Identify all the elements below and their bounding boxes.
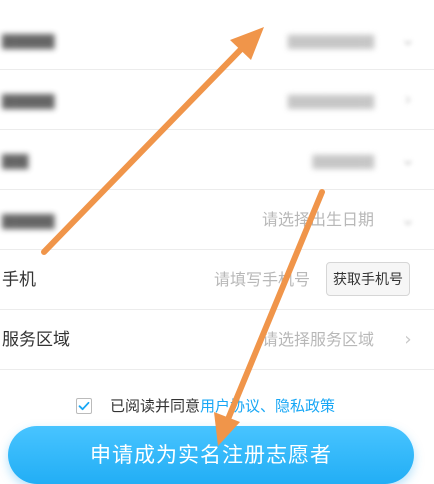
row-label: ▆▆▆▆ (2, 30, 55, 50)
row-label: ▆▆ (2, 150, 29, 170)
agreement-checkbox[interactable] (76, 398, 92, 414)
checkmark-icon (78, 401, 90, 411)
chevron-down-icon: ⌄ (400, 29, 416, 50)
birth-date-row[interactable]: ▆▆▆▆ 请选择出生日期 ⌄ (0, 190, 434, 250)
user-agreement-link[interactable]: 用户协议 (200, 397, 260, 415)
chevron-down-icon: ⌄ (400, 209, 416, 230)
chevron-right-icon: › (404, 89, 412, 110)
service-area-value: 请选择服务区域 (261, 330, 374, 349)
phone-input[interactable] (150, 262, 310, 296)
service-area-row[interactable]: 服务区域 请选择服务区域 › (0, 310, 434, 370)
form-row-blurred-1[interactable]: ▆▆▆▆ ▆▆▆▆▆▆▆ ⌄ (0, 10, 434, 70)
submit-button[interactable]: 申请成为实名注册志愿者 (8, 426, 414, 484)
birth-date-value: 请选择出生日期 (261, 210, 374, 229)
divider (0, 369, 434, 370)
chevron-right-icon: › (404, 329, 412, 350)
row-value: ▆▆▆▆▆▆▆ (287, 30, 374, 49)
form-row-blurred-3[interactable]: ▆▆ ▆▆▆▆▆ ⌄ (0, 130, 434, 190)
phone-label: 手机 (2, 270, 36, 290)
chevron-down-icon: ⌄ (400, 149, 416, 170)
get-phone-button[interactable]: 获取手机号 (326, 262, 410, 296)
agreement-prefix: 已阅读并同意 (110, 397, 201, 415)
row-value: ▆▆▆▆▆▆▆ (287, 90, 374, 109)
agreement-separator: 、 (260, 397, 276, 415)
privacy-policy-link[interactable]: 隐私政策 (275, 397, 335, 415)
agreement-text: 已阅读并同意用户协议、隐私政策 (110, 392, 335, 420)
row-label: ▆▆▆▆ (2, 90, 55, 110)
service-area-label: 服务区域 (2, 330, 70, 350)
row-value: ▆▆▆▆▆ (312, 150, 374, 169)
form-row-blurred-2[interactable]: ▆▆▆▆ ▆▆▆▆▆▆▆ › (0, 70, 434, 130)
birth-date-label: ▆▆▆▆ (2, 210, 55, 230)
